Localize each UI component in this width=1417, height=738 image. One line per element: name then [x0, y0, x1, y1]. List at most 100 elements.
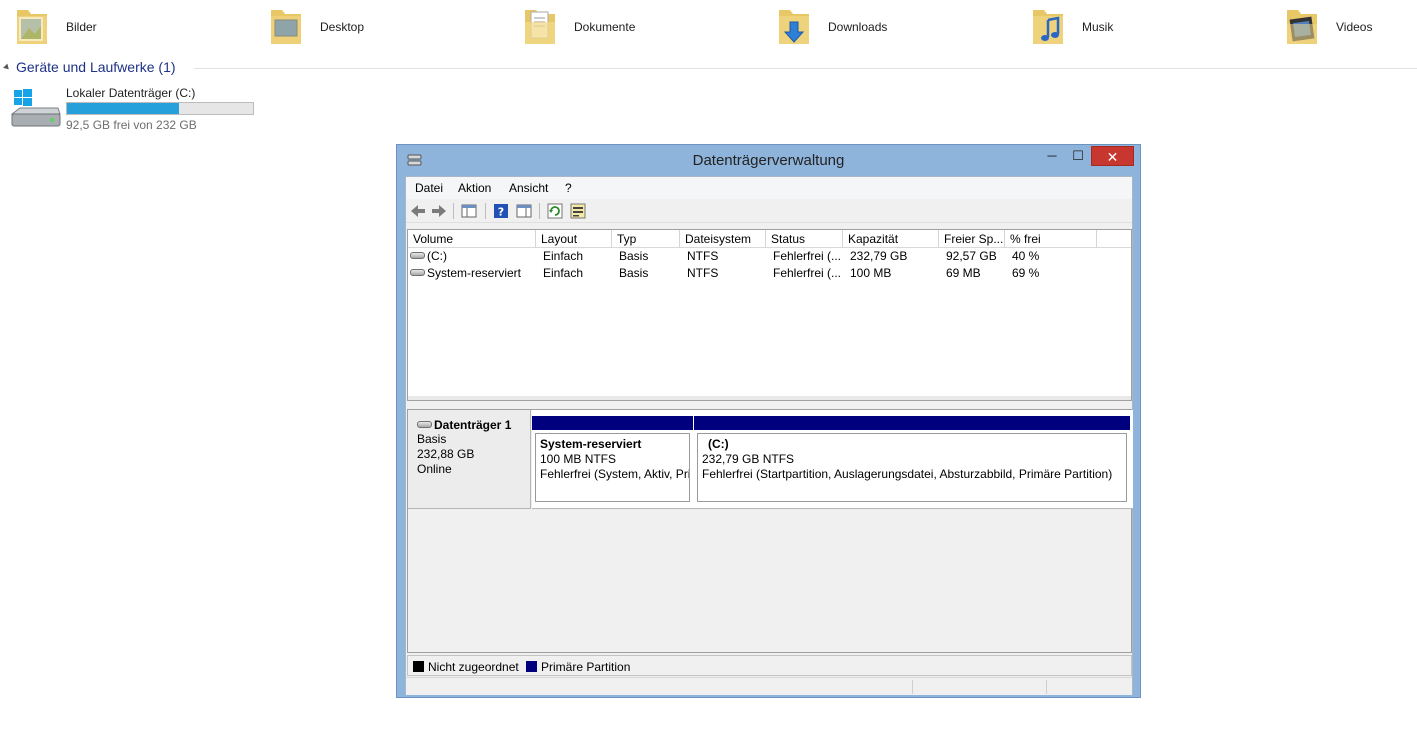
column-header-status[interactable]: Status: [766, 230, 843, 248]
partition-title: System-reserviert: [540, 437, 642, 451]
disk-size: 232,88 GB: [417, 447, 475, 461]
horizontal-scrollbar[interactable]: [408, 396, 1131, 400]
menu-datei[interactable]: Datei: [415, 181, 443, 195]
partition-system-reserved[interactable]: System-reserviert 100 MB NTFS Fehlerfrei…: [532, 416, 693, 504]
volume-free-space: 69 MB: [946, 266, 981, 280]
maximize-button[interactable]: ☐: [1065, 146, 1091, 166]
folder-label: Dokumente: [574, 20, 636, 34]
folder-label: Downloads: [828, 20, 888, 34]
column-header-dateisystem[interactable]: Dateisystem: [680, 230, 766, 248]
devices-group-header[interactable]: Geräte und Laufwerke (1): [3, 59, 1417, 79]
volume-capacity: 100 MB: [850, 266, 892, 280]
pane-splitter[interactable]: [406, 403, 1132, 408]
drive-free-space: 92,5 GB frei von 232 GB: [66, 118, 197, 132]
folder-label: Musik: [1082, 20, 1114, 34]
group-title: Geräte und Laufwerke (1): [16, 59, 176, 75]
folder-musik[interactable]: Musik: [1016, 2, 1256, 50]
primary-partition-bar: [694, 416, 1130, 430]
status-bar: [406, 677, 1132, 695]
disk-label[interactable]: Datenträger 1 Basis 232,88 GB Online: [408, 410, 531, 509]
toolbar-separator: [539, 203, 540, 219]
music-folder-icon: [1033, 10, 1063, 44]
menu-aktion[interactable]: Aktion: [458, 181, 491, 195]
group-divider: [194, 68, 1417, 69]
collapse-arrow-icon[interactable]: [3, 63, 11, 72]
volume-list-header: Volume Layout Typ Dateisystem Status Kap…: [408, 230, 1131, 248]
table-row[interactable]: System-reserviert Einfach Basis NTFS Feh…: [408, 265, 1131, 282]
title-bar[interactable]: Datenträgerverwaltung ─ ☐ ✕: [397, 145, 1140, 175]
partition-c[interactable]: (C:) 232,79 GB NTFS Fehlerfrei (Startpar…: [694, 416, 1130, 504]
show-hide-action-pane-icon[interactable]: [515, 202, 533, 220]
partition-strip: System-reserviert 100 MB NTFS Fehlerfrei…: [532, 410, 1133, 509]
minimize-button[interactable]: ─: [1039, 146, 1065, 166]
hard-drive-icon: [10, 89, 61, 127]
drive-name: Lokaler Datenträger (C:): [66, 86, 196, 100]
column-header-volume[interactable]: Volume: [408, 230, 536, 248]
status-separator: [1046, 680, 1047, 694]
videos-folder-icon: [1287, 10, 1317, 44]
legend-label-unallocated: Nicht zugeordnet: [428, 660, 519, 674]
folder-bilder[interactable]: Bilder: [0, 2, 240, 50]
legend-swatch-primary: [526, 661, 537, 672]
folder-desktop[interactable]: Desktop: [254, 2, 494, 50]
menu-ansicht[interactable]: Ansicht: [509, 181, 548, 195]
partition-legend: Nicht zugeordnet Primäre Partition: [407, 655, 1132, 676]
local-drive-c[interactable]: Lokaler Datenträger (C:) 92,5 GB frei vo…: [10, 84, 270, 132]
folder-dokumente[interactable]: Dokumente: [508, 2, 748, 50]
volume-typ: Basis: [619, 249, 649, 263]
volume-filesystem: NTFS: [687, 249, 719, 263]
disk-state: Online: [417, 462, 452, 476]
disk-type: Basis: [417, 432, 447, 446]
folder-downloads[interactable]: Downloads: [762, 2, 1002, 50]
show-hide-console-tree-icon[interactable]: [460, 202, 478, 220]
volume-icon: [410, 252, 425, 260]
partition-status: Fehlerfrei (Startpartition, Auslagerungs…: [702, 467, 1113, 481]
volume-percent-free: 40 %: [1012, 249, 1040, 263]
downloads-folder-icon: [779, 10, 809, 44]
volume-filesystem: NTFS: [687, 266, 719, 280]
folder-videos[interactable]: Videos: [1270, 2, 1417, 50]
volume-icon: [410, 269, 425, 277]
column-header-layout[interactable]: Layout: [536, 230, 612, 248]
folder-label: Desktop: [320, 20, 365, 34]
disk-icon: [417, 420, 432, 428]
menu-help[interactable]: ?: [565, 181, 572, 195]
partition-size-fs: 232,79 GB NTFS: [702, 452, 795, 466]
table-row[interactable]: (C:) Einfach Basis NTFS Fehlerfrei (... …: [408, 248, 1131, 265]
disk-graphical-view: Datenträger 1 Basis 232,88 GB Online Sys…: [407, 409, 1133, 653]
volume-layout: Einfach: [543, 266, 584, 280]
folder-label: Bilder: [66, 20, 97, 34]
refresh-icon[interactable]: [546, 202, 564, 220]
column-header-freier-speicher[interactable]: Freier Sp...: [939, 230, 1005, 248]
toolbar-separator: [453, 203, 454, 219]
legend-swatch-unallocated: [413, 661, 424, 672]
volume-free-space: 92,57 GB: [946, 249, 997, 263]
disk-management-window[interactable]: Datenträgerverwaltung ─ ☐ ✕ Datei Aktion…: [396, 144, 1141, 698]
volume-typ: Basis: [619, 266, 649, 280]
volume-list: Volume Layout Typ Dateisystem Status Kap…: [407, 229, 1132, 401]
toolbar: ?: [406, 199, 1132, 223]
volume-status: Fehlerfrei (...: [773, 249, 842, 263]
column-header-typ[interactable]: Typ: [612, 230, 680, 248]
folder-label: Videos: [1336, 20, 1373, 34]
close-button[interactable]: ✕: [1091, 146, 1134, 166]
back-arrow-icon[interactable]: [409, 202, 427, 220]
column-header-kapazitaet[interactable]: Kapazität: [843, 230, 939, 248]
library-folders-row: Bilder Desktop Dokumente Downloads Musik…: [0, 0, 1417, 52]
legend-label-primary: Primäre Partition: [541, 660, 631, 674]
help-icon[interactable]: ?: [492, 202, 510, 220]
volume-status: Fehlerfrei (...: [773, 266, 842, 280]
pictures-folder-icon: [17, 10, 47, 44]
partition-title: (C:): [708, 437, 729, 451]
partition-size-fs: 100 MB NTFS: [540, 452, 617, 466]
svg-text:?: ?: [498, 206, 504, 219]
toolbar-separator: [485, 203, 486, 219]
volume-name: (C:): [427, 249, 447, 263]
drive-usage-bar: [66, 102, 254, 115]
forward-arrow-icon[interactable]: [430, 202, 448, 220]
properties-icon[interactable]: [569, 202, 587, 220]
volume-capacity: 232,79 GB: [850, 249, 908, 263]
partition-status: Fehlerfrei (System, Aktiv, Pri: [540, 467, 690, 481]
column-header-prozent-frei[interactable]: % frei: [1005, 230, 1097, 248]
volume-percent-free: 69 %: [1012, 266, 1040, 280]
